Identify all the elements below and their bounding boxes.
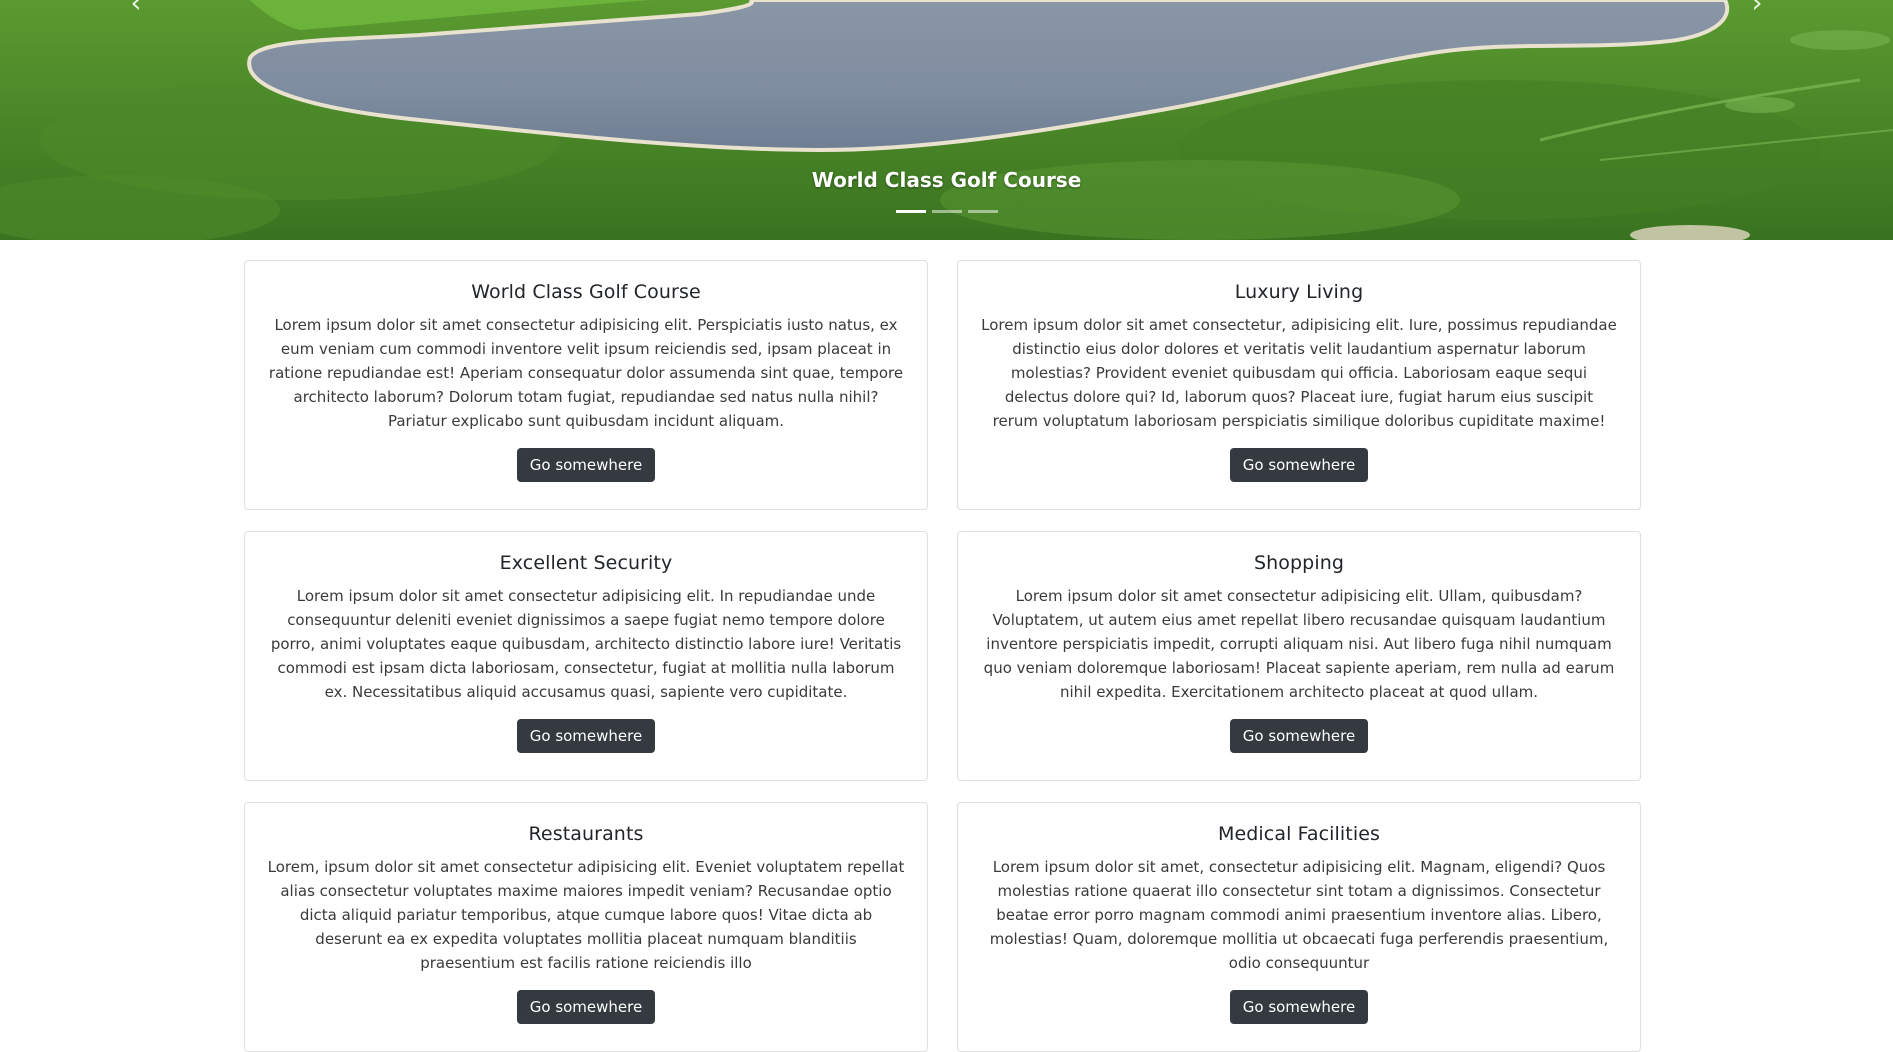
card-text: Lorem ipsum dolor sit amet consectetur, …: [981, 316, 1617, 430]
go-somewhere-button[interactable]: Go somewhere: [1229, 990, 1369, 1024]
card-title: Excellent Security: [499, 552, 673, 574]
card-title: Shopping: [1253, 552, 1345, 574]
carousel-indicator-2[interactable]: [931, 210, 962, 213]
card-text: Lorem ipsum dolor sit amet consectetur a…: [270, 587, 902, 701]
go-somewhere-button[interactable]: Go somewhere: [1229, 448, 1369, 482]
hero-carousel: ‹ › World Class Golf Course: [0, 0, 1893, 240]
feature-card: Excellent Security Lorem ipsum dolor sit…: [244, 531, 928, 781]
feature-card: Restaurants Lorem, ipsum dolor sit amet …: [244, 802, 928, 1052]
chevron-left-icon: ‹: [130, 0, 142, 19]
card-title: Luxury Living: [1234, 281, 1364, 303]
go-somewhere-button[interactable]: Go somewhere: [516, 990, 656, 1024]
carousel-indicator-3[interactable]: [967, 210, 998, 213]
golf-course-image: [0, 0, 1893, 240]
card-text: Lorem ipsum dolor sit amet, consectetur …: [989, 858, 1609, 972]
card-text: Lorem, ipsum dolor sit amet consectetur …: [267, 858, 905, 972]
feature-card: Luxury Living Lorem ipsum dolor sit amet…: [957, 260, 1641, 510]
carousel-indicator-1[interactable]: [895, 210, 926, 213]
card-title: Medical Facilities: [1217, 823, 1381, 845]
card-text: Lorem ipsum dolor sit amet consectetur a…: [268, 316, 904, 430]
hero-caption: World Class Golf Course: [811, 168, 1082, 192]
card-text: Lorem ipsum dolor sit amet consectetur a…: [983, 587, 1615, 701]
feature-card: World Class Golf Course Lorem ipsum dolo…: [244, 260, 928, 510]
feature-card: Medical Facilities Lorem ipsum dolor sit…: [957, 802, 1641, 1052]
carousel-indicators: [0, 210, 1893, 213]
card-title: World Class Golf Course: [471, 281, 701, 303]
go-somewhere-button[interactable]: Go somewhere: [516, 448, 656, 482]
feature-card: Shopping Lorem ipsum dolor sit amet cons…: [957, 531, 1641, 781]
carousel-prev-button[interactable]: ‹: [116, 0, 156, 19]
go-somewhere-button[interactable]: Go somewhere: [516, 719, 656, 753]
card-title: Restaurants: [528, 823, 644, 845]
chevron-right-icon: ›: [1751, 0, 1763, 19]
carousel-next-button[interactable]: ›: [1737, 0, 1777, 19]
feature-card-grid: World Class Golf Course Lorem ipsum dolo…: [244, 260, 1641, 1052]
go-somewhere-button[interactable]: Go somewhere: [1229, 719, 1369, 753]
